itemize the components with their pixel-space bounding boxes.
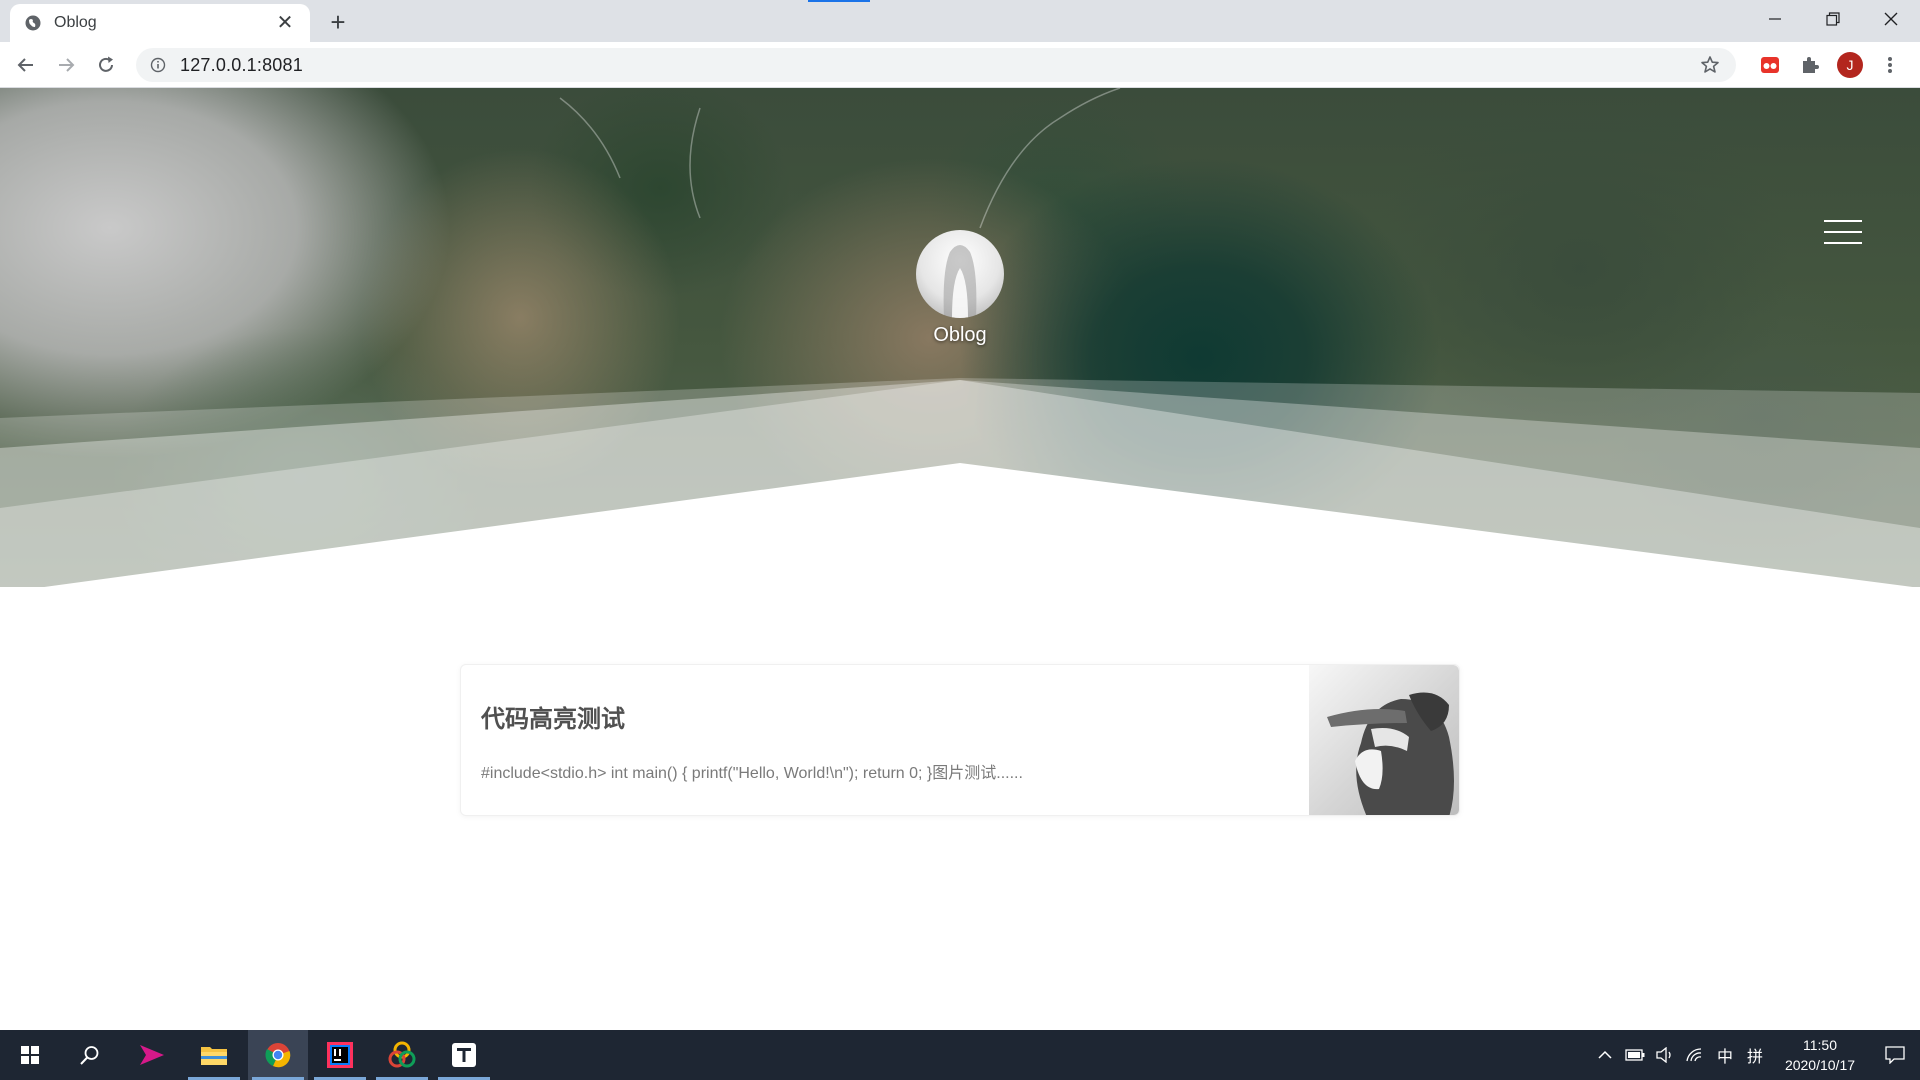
web-page: Oblog 代码高亮测试 #include<stdio.h> int main(… <box>0 88 1920 1030</box>
volume-button[interactable] <box>1650 1030 1680 1080</box>
address-bar[interactable]: 127.0.0.1:8081 <box>136 48 1736 82</box>
start-button[interactable] <box>0 1030 60 1080</box>
notification-icon <box>1885 1046 1905 1064</box>
profile-button[interactable]: J <box>1834 49 1866 81</box>
restore-button[interactable] <box>1804 0 1862 38</box>
taskbar: 中 拼 11:50 2020/10/17 <box>0 1030 1920 1080</box>
arrow-left-icon <box>17 58 33 72</box>
post-card[interactable]: 代码高亮测试 #include<stdio.h> int main() { pr… <box>460 664 1460 816</box>
wifi-icon <box>1686 1048 1702 1062</box>
colorful-app-icon <box>388 1041 416 1068</box>
search-icon <box>80 1046 99 1065</box>
site-title[interactable]: Oblog <box>860 324 1060 347</box>
minimize-icon <box>1769 18 1781 20</box>
logo-figure-icon <box>943 245 977 318</box>
ime-mode-button[interactable]: 拼 <box>1740 1030 1770 1080</box>
red-extension-icon <box>1761 57 1779 73</box>
action-center-button[interactable] <box>1870 1030 1920 1080</box>
search-button[interactable] <box>60 1030 120 1080</box>
intellij-icon <box>327 1042 353 1068</box>
post-title[interactable]: 代码高亮测试 <box>481 699 625 734</box>
system-tray: 中 拼 11:50 2020/10/17 <box>1590 1030 1920 1080</box>
taskbar-app-typora[interactable] <box>434 1030 494 1080</box>
taskbar-app-file-explorer[interactable] <box>184 1030 244 1080</box>
kebab-menu-icon <box>1888 57 1892 73</box>
profile-avatar: J <box>1837 52 1863 78</box>
network-button[interactable] <box>1680 1030 1710 1080</box>
extensions-area: J <box>1754 49 1914 81</box>
globe-icon <box>25 15 41 31</box>
taskbar-app-intellij[interactable] <box>310 1030 370 1080</box>
extensions-menu-button[interactable] <box>1794 49 1826 81</box>
hero-banner: Oblog <box>0 88 1920 588</box>
close-window-button[interactable] <box>1862 0 1920 38</box>
input-language-button[interactable]: 中 <box>1710 1030 1740 1080</box>
chevron-up-icon <box>1598 1050 1612 1059</box>
browser-menu-button[interactable] <box>1874 49 1906 81</box>
post-excerpt: #include<stdio.h> int main() { printf("H… <box>481 765 1023 782</box>
tab-loading-indicator <box>808 0 870 2</box>
extension-button[interactable] <box>1754 49 1786 81</box>
reload-button[interactable] <box>90 49 122 81</box>
paper-plane-icon <box>140 1045 164 1065</box>
restore-icon <box>1826 12 1840 26</box>
clock-date: 2020/10/17 <box>1784 1057 1856 1073</box>
window-controls <box>1746 0 1920 38</box>
browser-tab[interactable]: Oblog ✕ <box>10 4 310 42</box>
taskbar-app-paper-plane[interactable] <box>122 1030 182 1080</box>
battery-button[interactable] <box>1620 1030 1650 1080</box>
puzzle-icon <box>1803 57 1819 73</box>
taskbar-app-chrome[interactable] <box>248 1030 308 1080</box>
taskbar-app-colorful[interactable] <box>372 1030 432 1080</box>
hooded-figure-illustration <box>1327 692 1454 815</box>
hamburger-menu-icon[interactable] <box>1824 218 1864 248</box>
speaker-icon <box>1656 1047 1671 1063</box>
bookmark-star-icon[interactable] <box>1700 55 1720 75</box>
chrome-icon <box>265 1043 291 1068</box>
tray-expand-button[interactable] <box>1590 1030 1620 1080</box>
arrow-right-icon <box>59 58 75 72</box>
reload-icon <box>99 56 113 72</box>
folder-icon <box>201 1047 227 1065</box>
tab-title: Oblog <box>54 14 97 31</box>
battery-icon <box>1625 1049 1645 1061</box>
minimize-button[interactable] <box>1746 0 1804 38</box>
browser-toolbar: 127.0.0.1:8081 J <box>0 42 1920 88</box>
tab-close-icon[interactable]: ✕ <box>274 12 296 34</box>
post-thumbnail[interactable] <box>1309 665 1459 815</box>
new-tab-button[interactable]: + <box>324 8 352 36</box>
forward-button[interactable] <box>50 49 82 81</box>
typora-icon <box>452 1043 476 1067</box>
windows-logo-icon <box>21 1046 39 1064</box>
info-icon[interactable] <box>150 57 166 73</box>
back-button[interactable] <box>10 49 42 81</box>
clock-time: 11:50 <box>1803 1037 1837 1053</box>
browser-tabstrip: Oblog ✕ + <box>0 0 1920 42</box>
taskbar-clock[interactable]: 11:50 2020/10/17 <box>1770 1035 1870 1075</box>
close-icon <box>1884 12 1898 26</box>
site-logo[interactable] <box>916 230 1004 318</box>
address-url: 127.0.0.1:8081 <box>180 54 303 75</box>
